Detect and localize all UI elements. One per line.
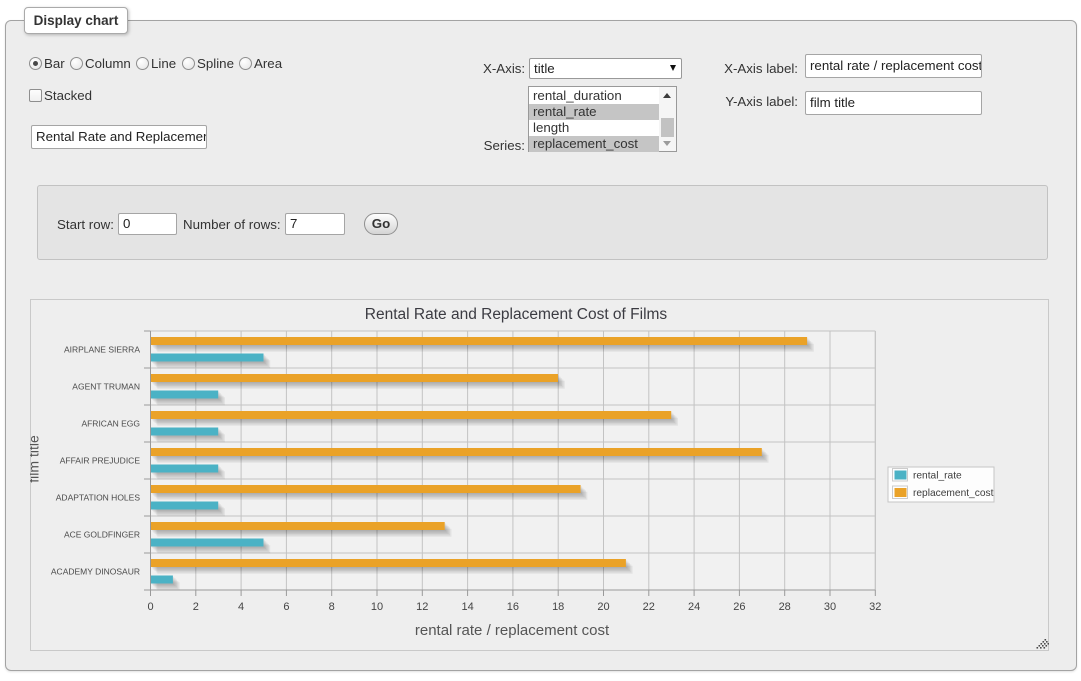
svg-text:2: 2	[193, 601, 199, 613]
svg-text:AFRICAN EGG: AFRICAN EGG	[81, 419, 140, 429]
svg-text:replacement_cost: replacement_cost	[913, 488, 994, 499]
svg-text:AGENT TRUMAN: AGENT TRUMAN	[72, 382, 140, 392]
svg-text:16: 16	[507, 601, 519, 613]
svg-text:32: 32	[869, 601, 881, 613]
svg-text:ACADEMY DINOSAUR: ACADEMY DINOSAUR	[51, 567, 140, 577]
svg-text:30: 30	[824, 601, 836, 613]
svg-text:18: 18	[552, 601, 564, 613]
svg-text:10: 10	[371, 601, 383, 613]
svg-text:rental rate / replacement cost: rental rate / replacement cost	[415, 622, 610, 639]
svg-text:film title: film title	[30, 435, 42, 483]
svg-text:0: 0	[147, 601, 153, 613]
svg-text:14: 14	[461, 601, 473, 613]
svg-text:22: 22	[643, 601, 655, 613]
svg-text:AIRPLANE SIERRA: AIRPLANE SIERRA	[64, 345, 140, 355]
svg-text:Rental Rate and Replacement Co: Rental Rate and Replacement Cost of Film…	[365, 306, 668, 323]
svg-text:ADAPTATION HOLES: ADAPTATION HOLES	[56, 493, 141, 503]
svg-text:6: 6	[283, 601, 289, 613]
svg-text:rental_rate: rental_rate	[913, 471, 962, 482]
svg-text:12: 12	[416, 601, 428, 613]
svg-text:20: 20	[597, 601, 609, 613]
svg-text:8: 8	[329, 601, 335, 613]
svg-text:26: 26	[733, 601, 745, 613]
svg-text:28: 28	[779, 601, 791, 613]
svg-text:AFFAIR PREJUDICE: AFFAIR PREJUDICE	[60, 456, 141, 466]
svg-text:4: 4	[238, 601, 244, 613]
svg-text:ACE GOLDFINGER: ACE GOLDFINGER	[64, 530, 140, 540]
svg-text:24: 24	[688, 601, 700, 613]
